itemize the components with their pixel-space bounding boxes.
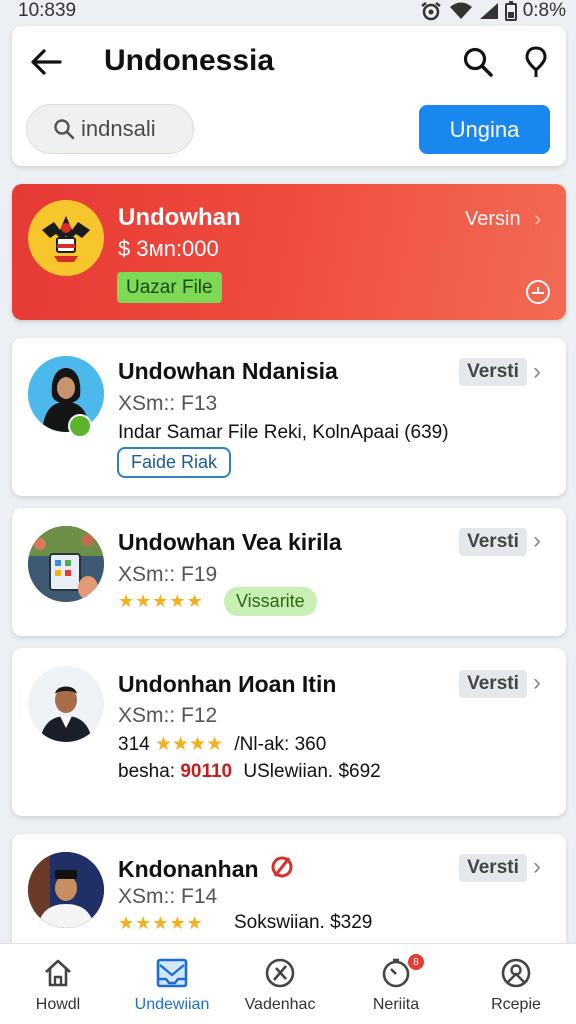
- search-icon: [463, 47, 493, 77]
- no-symbol-icon: [269, 854, 295, 886]
- notification-badge: 8: [408, 954, 424, 970]
- version-badge[interactable]: Versti: [459, 854, 527, 882]
- nav-label: Nerіita: [372, 996, 420, 1013]
- nav-label: Howdl: [35, 996, 81, 1013]
- chevron-right-icon: ›: [533, 527, 541, 554]
- version-badge[interactable]: Versti: [459, 358, 527, 386]
- featured-file-chip[interactable]: Uazar File: [117, 272, 222, 303]
- chevron-right-icon: ›: [533, 669, 541, 696]
- rating-stars: ★★★★★: [118, 913, 204, 933]
- home-icon: [8, 954, 108, 992]
- bottom-navigation: Howdl Undewiian Vadenhac 8 Nerіita Rcepi…: [0, 943, 576, 1024]
- featured-version[interactable]: Versin: [465, 208, 521, 231]
- version-badge[interactable]: Versti: [459, 670, 527, 698]
- battery-icon: [504, 1, 517, 21]
- item-subtitle: XSm:: F14: [118, 885, 218, 908]
- item-detail: Sokswiian. $329: [234, 912, 373, 933]
- item-detail: besha: 90110 USlewiian. $692: [118, 761, 381, 783]
- search-button[interactable]: [458, 42, 498, 82]
- item-title: Undowhan Vea kirila: [118, 529, 342, 555]
- chevron-right-icon: ›: [533, 358, 541, 385]
- search-input-text: indnsali: [81, 116, 156, 141]
- item-subtitle: XSm:: F12: [118, 704, 218, 727]
- featured-price: $ 3мn:000: [118, 236, 219, 261]
- avatar: [28, 526, 104, 602]
- nav-label: Rcepie: [491, 996, 541, 1013]
- timer-icon: 8: [346, 954, 446, 992]
- rating-count: 314: [118, 734, 150, 755]
- inbox-icon: [122, 954, 222, 992]
- compass-icon: [230, 954, 330, 992]
- featured-title: Undowhan: [118, 204, 241, 231]
- search-icon: [54, 119, 75, 140]
- detail-highlight: 90110: [180, 761, 233, 782]
- signal-icon: [479, 2, 499, 20]
- avatar: [28, 852, 104, 928]
- item-title: Kndonanhan: [118, 854, 295, 886]
- status-time: 10:839: [18, 0, 77, 21]
- nav-item-home[interactable]: Howdl: [8, 954, 108, 1020]
- nav-item-explore[interactable]: Vadenhac: [230, 954, 330, 1020]
- battery-level: 0:8%: [522, 0, 566, 21]
- nav-label: Undewiian: [134, 996, 210, 1013]
- item-rating-line: 314 ★★★★ /Nl-ak: 360: [118, 733, 326, 756]
- detail-label: besha:: [118, 761, 176, 782]
- item-chip[interactable]: Faide Riak: [117, 447, 232, 478]
- verified-icon: [68, 414, 92, 438]
- location-pin-icon: [525, 46, 547, 77]
- rating-stars: ★★★★★: [118, 591, 204, 611]
- alarm-icon: [419, 1, 443, 21]
- version-badge[interactable]: Versti: [459, 528, 527, 556]
- rating-detail: /Nl-ak: 360: [234, 734, 327, 755]
- location-button[interactable]: [516, 42, 556, 82]
- item-title-text: Kndonanhan: [118, 856, 259, 882]
- nav-label: Vadenhac: [244, 996, 316, 1013]
- arrow-left-icon: [31, 49, 62, 75]
- avatar: [28, 356, 104, 432]
- profile-icon: [466, 954, 566, 992]
- wifi-icon: [449, 2, 473, 20]
- detail-price: USlewiian. $692: [243, 761, 381, 782]
- item-title: Undowhan Ndanisia: [118, 358, 338, 384]
- back-button[interactable]: [28, 44, 64, 80]
- item-title: Undonhan Иoan Itin: [118, 671, 337, 697]
- primary-action-button[interactable]: Ungina: [419, 105, 550, 154]
- rating-stars: ★★★★: [154, 734, 224, 755]
- chevron-right-icon: ›: [534, 206, 542, 231]
- item-chip[interactable]: Vissarite: [224, 587, 317, 616]
- item-detail: Indar Samar File Reki, KolnApaai (639): [118, 422, 449, 443]
- garuda-emblem-logo: [28, 200, 104, 276]
- download-icon[interactable]: [525, 279, 551, 305]
- page-title: Undonessia: [104, 44, 275, 77]
- item-subtitle: XSm:: F19: [118, 563, 218, 586]
- avatar: [28, 666, 104, 742]
- nav-item-profile[interactable]: Rcepie: [466, 954, 566, 1020]
- nav-item-inbox[interactable]: Undewiian: [122, 954, 222, 1020]
- nav-item-activity[interactable]: 8 Nerіita: [346, 954, 446, 1020]
- item-subtitle: XSm:: F13: [118, 392, 218, 415]
- chevron-right-icon: ›: [533, 853, 541, 880]
- status-bar: 10:839 0:8%: [0, 0, 576, 22]
- search-input[interactable]: indnsali: [26, 104, 194, 154]
- status-icons: 0:8%: [419, 0, 566, 22]
